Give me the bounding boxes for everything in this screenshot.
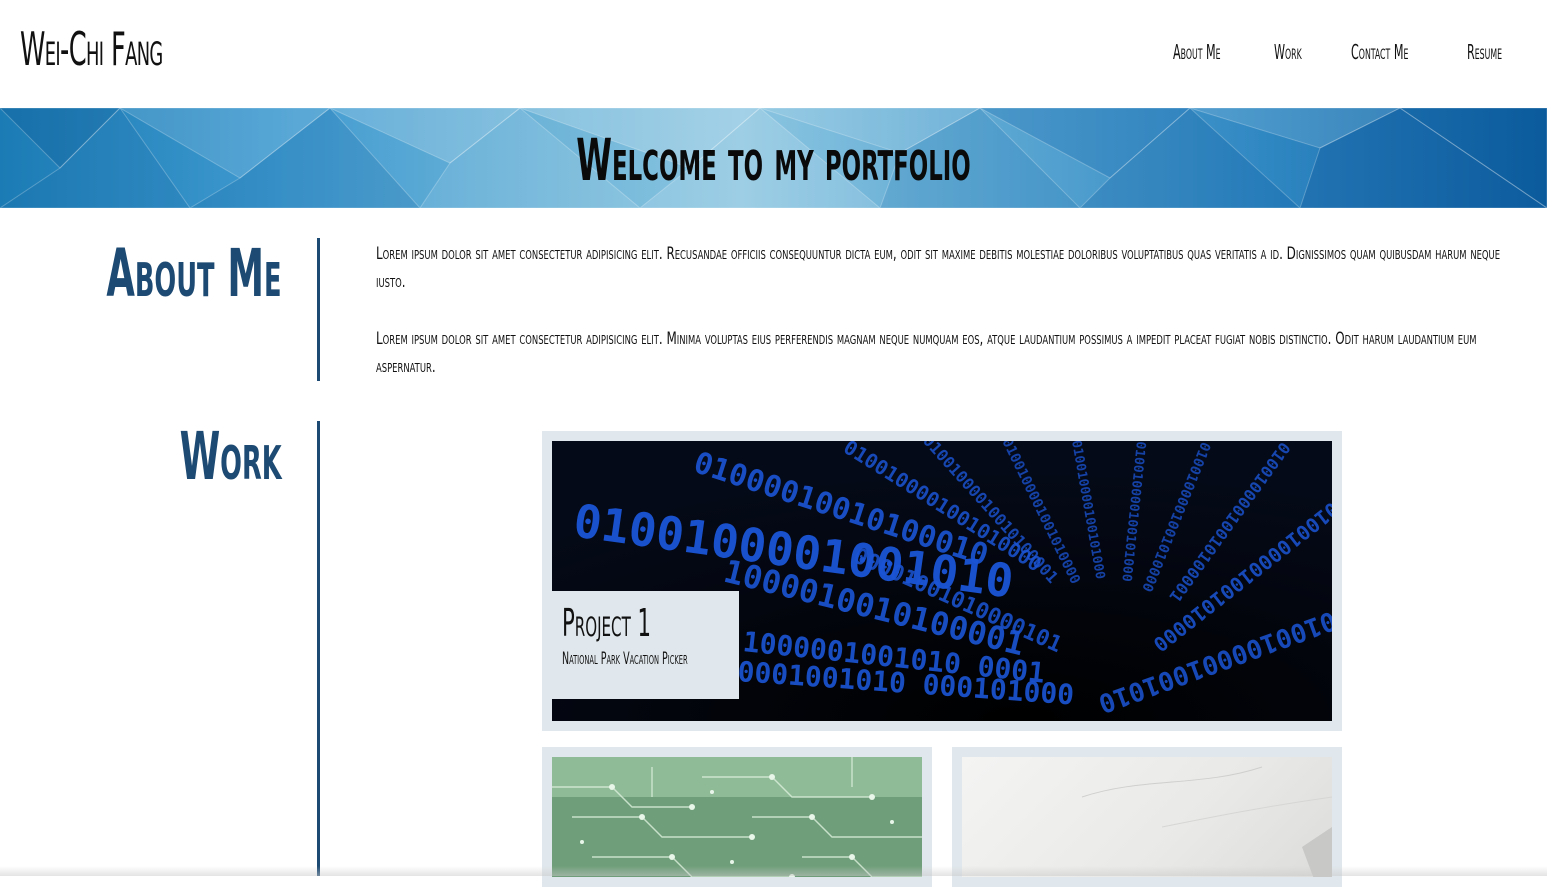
banner-title: Welcome to my portfolio xyxy=(576,126,971,194)
site-header: Wei-Chi Fang About Me Work Contact Me Re… xyxy=(0,0,1547,108)
about-text: Lorem ipsum dolor sit amet consectetur a… xyxy=(376,240,1516,381)
binary-code-image: 0100100001001010 01000010010100010 01001… xyxy=(552,441,1332,721)
nav-work[interactable]: Work xyxy=(1274,40,1302,64)
about-paragraph: Lorem ipsum dolor sit amet consectetur a… xyxy=(376,244,1501,292)
marble-graphic xyxy=(1081,766,1332,877)
project-subtitle: National Park Vacation Picker xyxy=(562,649,688,669)
site-brand[interactable]: Wei-Chi Fang xyxy=(20,22,163,76)
project-card-1[interactable]: 0100100001001010 01000010010100010 01001… xyxy=(542,431,1342,731)
main-nav: About Me Work Contact Me Resume xyxy=(1173,40,1513,70)
hero-banner: Welcome to my portfolio xyxy=(0,108,1547,208)
nav-resume[interactable]: Resume xyxy=(1467,40,1502,64)
project-title: Project 1 xyxy=(562,601,651,645)
circuit-board-image xyxy=(552,757,922,877)
white-desk-image xyxy=(962,757,1332,877)
about-heading: About Me xyxy=(106,235,282,312)
page-fade xyxy=(0,866,1547,876)
nav-contact-me[interactable]: Contact Me xyxy=(1351,40,1408,64)
work-divider xyxy=(317,421,320,876)
about-paragraph: Lorem ipsum dolor sit amet consectetur a… xyxy=(376,329,1477,377)
nav-about-me[interactable]: About Me xyxy=(1173,40,1221,64)
circuit-graphic xyxy=(552,757,922,877)
work-heading: Work xyxy=(179,418,282,495)
about-divider xyxy=(317,238,320,381)
project-caption: Project 1 National Park Vacation Picker xyxy=(552,591,739,699)
